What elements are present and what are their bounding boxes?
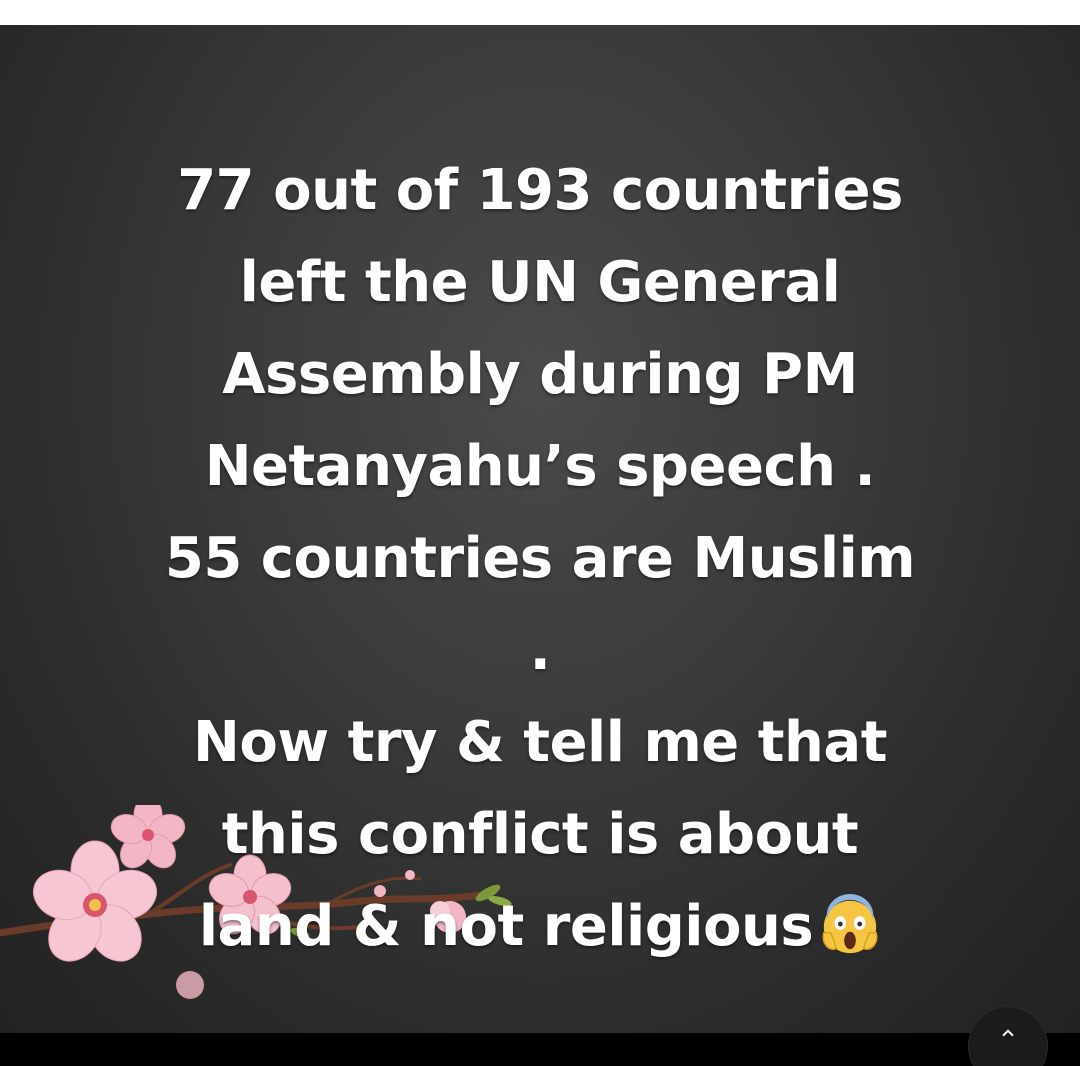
message-line-9-wrap: land & not religious	[0, 881, 1080, 973]
message-line-5: 55 countries are Muslim	[164, 526, 916, 591]
bottom-bar	[0, 1033, 1080, 1066]
message-line-2: left the UN General	[239, 250, 841, 315]
chevron-up-icon	[1002, 1029, 1014, 1041]
post-message: 77 out of 193 countries left the UN Gene…	[0, 145, 1080, 973]
message-line-1: 77 out of 193 countries	[177, 158, 903, 223]
top-status-strip	[0, 0, 1080, 25]
message-line-8: this conflict is about	[221, 802, 859, 867]
message-line-3: Assembly during PM	[222, 342, 858, 407]
face-screaming-in-fear-icon	[822, 893, 878, 953]
message-line-6: .	[529, 618, 551, 683]
message-line-9: land & not religious	[198, 894, 814, 959]
message-line-4: Netanyahu’s speech .	[204, 434, 876, 499]
screenshot: 77 out of 193 countries left the UN Gene…	[0, 0, 1080, 1066]
message-line-7: Now try & tell me that	[193, 710, 887, 775]
